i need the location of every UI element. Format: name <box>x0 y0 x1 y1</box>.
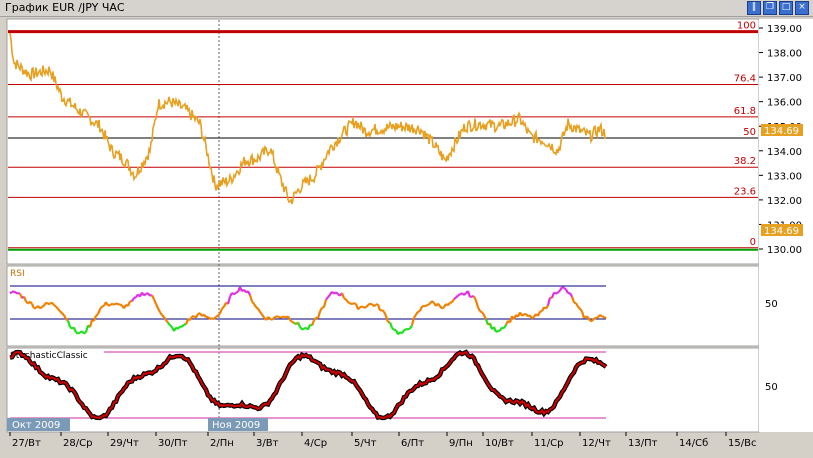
window-title: График EUR /JPY ЧАС <box>5 1 125 14</box>
price-tick-label: 134.00 <box>767 147 802 158</box>
date-label: 15/Вс <box>728 438 756 449</box>
date-label: 28/Ср <box>63 438 92 449</box>
fib-level-label: 0 <box>750 237 756 248</box>
restore-icon[interactable]: ❐ <box>763 1 777 15</box>
date-label: 9/Пн <box>449 438 473 449</box>
price-tick-label: 138.00 <box>767 49 802 60</box>
date-label: 10/Вт <box>485 438 514 449</box>
date-label: 5/Чт <box>354 438 377 449</box>
month-badge-oct-label: Окт 2009 <box>12 420 60 431</box>
pause-icon[interactable]: ‖ <box>747 1 761 15</box>
date-label: 12/Чт <box>582 438 611 449</box>
chart-area[interactable]: 139.00138.00137.00136.00135.00134.00133.… <box>0 16 813 458</box>
date-label: 4/Ср <box>304 438 327 449</box>
fib-level-label: 23.6 <box>734 186 756 197</box>
price-panel[interactable] <box>6 18 760 265</box>
rsi-title: RSI <box>10 269 25 279</box>
price-tick-label: 136.00 <box>767 98 802 109</box>
current-price-label-2: 134.69 <box>764 226 799 237</box>
date-label: 14/Сб <box>679 438 708 449</box>
date-label: 13/Пт <box>628 438 658 449</box>
date-label: 11/Ср <box>534 438 563 449</box>
date-label: 27/Вт <box>12 438 41 449</box>
price-tick-label: 130.00 <box>767 245 802 256</box>
price-tick-label: 133.00 <box>767 171 802 182</box>
rsi-level-label: 50 <box>765 299 778 310</box>
window-titlebar: График EUR /JPY ЧАС ‖ ❐ □ × <box>0 0 813 17</box>
stochastic-level-label: 50 <box>765 382 778 393</box>
fib-level-label: 61.8 <box>734 106 756 117</box>
price-tick-label: 137.00 <box>767 73 802 84</box>
price-tick-label: 132.00 <box>767 196 802 207</box>
date-label: 30/Пт <box>158 438 188 449</box>
date-label: 2/Пн <box>210 438 234 449</box>
date-axis: 27/Вт 28/Ср 29/Чт 30/Пт 2/Пн 3/Вт 4/Ср 5/Чт 6/Пт… <box>9 432 756 449</box>
price-tick-label: 139.00 <box>767 24 802 35</box>
maximize-icon[interactable]: □ <box>779 1 793 15</box>
month-badge-nov-label: Ноя 2009 <box>212 420 260 431</box>
fib-level-label: 100 <box>737 21 756 32</box>
current-price-label: 134.69 <box>764 126 799 137</box>
fib-level-label: 50 <box>743 127 756 138</box>
date-label: 29/Чт <box>110 438 139 449</box>
rsi-panel[interactable] <box>6 265 760 347</box>
fib-level-label: 76.4 <box>734 73 756 84</box>
fib-level-label: 38.2 <box>734 156 756 167</box>
date-label: 6/Пт <box>401 438 424 449</box>
date-label: 3/Вт <box>256 438 279 449</box>
close-icon[interactable]: × <box>795 1 809 15</box>
